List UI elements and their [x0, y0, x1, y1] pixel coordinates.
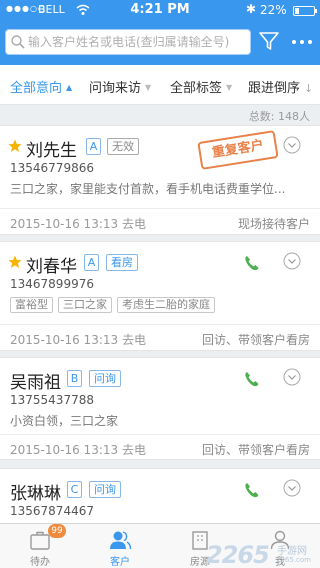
search-input[interactable]	[28, 33, 248, 51]
chevron-down-icon[interactable]	[283, 479, 301, 497]
tab-tags[interactable]: 全部标签 ▼	[170, 77, 232, 96]
star-icon	[8, 139, 22, 152]
watermark-url: 2265.com	[276, 556, 311, 564]
chevron-down-icon[interactable]	[283, 252, 301, 270]
divider	[0, 434, 320, 435]
chevron-down-icon[interactable]	[283, 368, 301, 386]
status-badge: 看房	[106, 254, 138, 271]
customer-description: 小资白领，三口之家	[10, 414, 119, 428]
phone-call-icon[interactable]	[243, 370, 261, 388]
phone-call-icon[interactable]	[243, 481, 261, 499]
more-icon[interactable]	[291, 38, 313, 46]
phone-call-icon[interactable]	[243, 254, 261, 272]
watermark-subtitle: 手游网	[277, 546, 307, 557]
nav-todo-label: 待办	[30, 557, 50, 568]
customer-card[interactable]: 吴雨祖 B 问询 13755437788 小资白领，三口之家 2015-10-1…	[0, 357, 320, 460]
customer-tag: 三口之家	[58, 297, 112, 313]
level-badge: A	[86, 138, 101, 155]
star-icon	[8, 255, 22, 268]
tab-tags-label: 全部标签	[170, 81, 223, 96]
people-icon	[110, 531, 132, 550]
duplicate-stamp: 重复客户	[197, 130, 279, 170]
customer-name: 吴雨祖	[10, 373, 61, 393]
customer-card[interactable]: 刘先生 A 无效 重复客户 13546779866 三口之家，家里能支付首款，看…	[0, 125, 320, 235]
caret-down-icon: ▼	[145, 83, 152, 92]
watermark-logo: 2265	[206, 541, 270, 568]
follow-up-action: 现场接待客户	[237, 217, 310, 231]
customer-card[interactable]: 刘春华 A 看房 13467899976 富裕型 三口之家 考虑生二胎的家庭 2…	[0, 241, 320, 351]
filter-tabs: 全部意向 ▲ 问询来访 ▼ 全部标签 ▼ 跟进倒序 ↓	[0, 65, 320, 105]
divider	[0, 324, 320, 325]
phone-number: 13546779866	[10, 161, 94, 175]
customer-name: 张琳琳	[10, 484, 61, 504]
customer-card[interactable]: 张琳琳 C 问询 13567874467	[0, 468, 320, 528]
customer-tag: 富裕型	[10, 297, 53, 313]
follow-up-date: 2015-10-16 13:13 去电	[10, 217, 146, 231]
filter-icon[interactable]	[258, 30, 280, 52]
follow-up-date: 2015-10-16 13:13 去电	[10, 443, 146, 457]
phone-number: 13567874467	[10, 504, 94, 518]
arrow-down-icon: ↓	[304, 82, 314, 95]
follow-up-action: 回访、带领客户看房	[201, 333, 310, 347]
tab-visit-label: 问询来访	[89, 81, 142, 96]
search-icon	[11, 35, 25, 49]
customer-name: 刘先生	[26, 141, 77, 161]
search-bar[interactable]	[5, 29, 251, 55]
battery-level	[295, 8, 299, 14]
total-count: 总数: 148人	[248, 110, 310, 123]
divider	[0, 208, 320, 209]
caret-up-icon: ▲	[66, 83, 73, 92]
customer-description: 三口之家，家里能支付首款，看手机电话费重学位...	[10, 182, 286, 196]
nav-customers[interactable]: 客户	[80, 524, 160, 568]
total-row: 总数: 148人	[0, 105, 320, 125]
bluetooth-icon: ✱	[246, 2, 257, 16]
battery-icon	[293, 6, 317, 16]
tab-visit[interactable]: 问询来访 ▼	[89, 77, 151, 96]
tab-sort[interactable]: 跟进倒序 ↓	[248, 77, 313, 96]
level-badge: C	[67, 481, 82, 498]
tab-sort-label: 跟进倒序	[248, 81, 301, 96]
phone-number: 13755437788	[10, 393, 94, 407]
level-badge: A	[84, 254, 99, 271]
status-badge: 问询	[89, 370, 121, 387]
app-header: ●●●○○ BELL 4:21 PM ✱ 22%	[0, 0, 320, 65]
caret-down-icon: ▼	[226, 83, 233, 92]
level-badge: B	[67, 370, 82, 387]
nav-todo[interactable]: 99 待办	[0, 524, 80, 568]
status-badge: 问询	[89, 481, 121, 498]
tab-intent[interactable]: 全部意向 ▲	[10, 77, 72, 96]
phone-number: 13467899976	[10, 277, 94, 291]
bottom-nav: 99 待办 客户 房源 我	[0, 523, 320, 568]
chevron-down-icon[interactable]	[283, 136, 301, 154]
todo-badge: 99	[48, 524, 66, 538]
follow-up-action: 回访、带领客户看房	[201, 443, 310, 457]
customer-tag: 考虑生二胎的家庭	[117, 297, 215, 313]
status-badge: 无效	[107, 138, 139, 155]
follow-up-date: 2015-10-16 13:13 去电	[10, 333, 146, 347]
customer-name: 刘春华	[26, 257, 77, 277]
tab-intent-label: 全部意向	[10, 81, 63, 96]
battery-percent: 22%	[260, 3, 287, 17]
nav-customers-label: 客户	[110, 557, 130, 568]
status-bar: ●●●○○ BELL 4:21 PM ✱ 22%	[0, 0, 320, 20]
